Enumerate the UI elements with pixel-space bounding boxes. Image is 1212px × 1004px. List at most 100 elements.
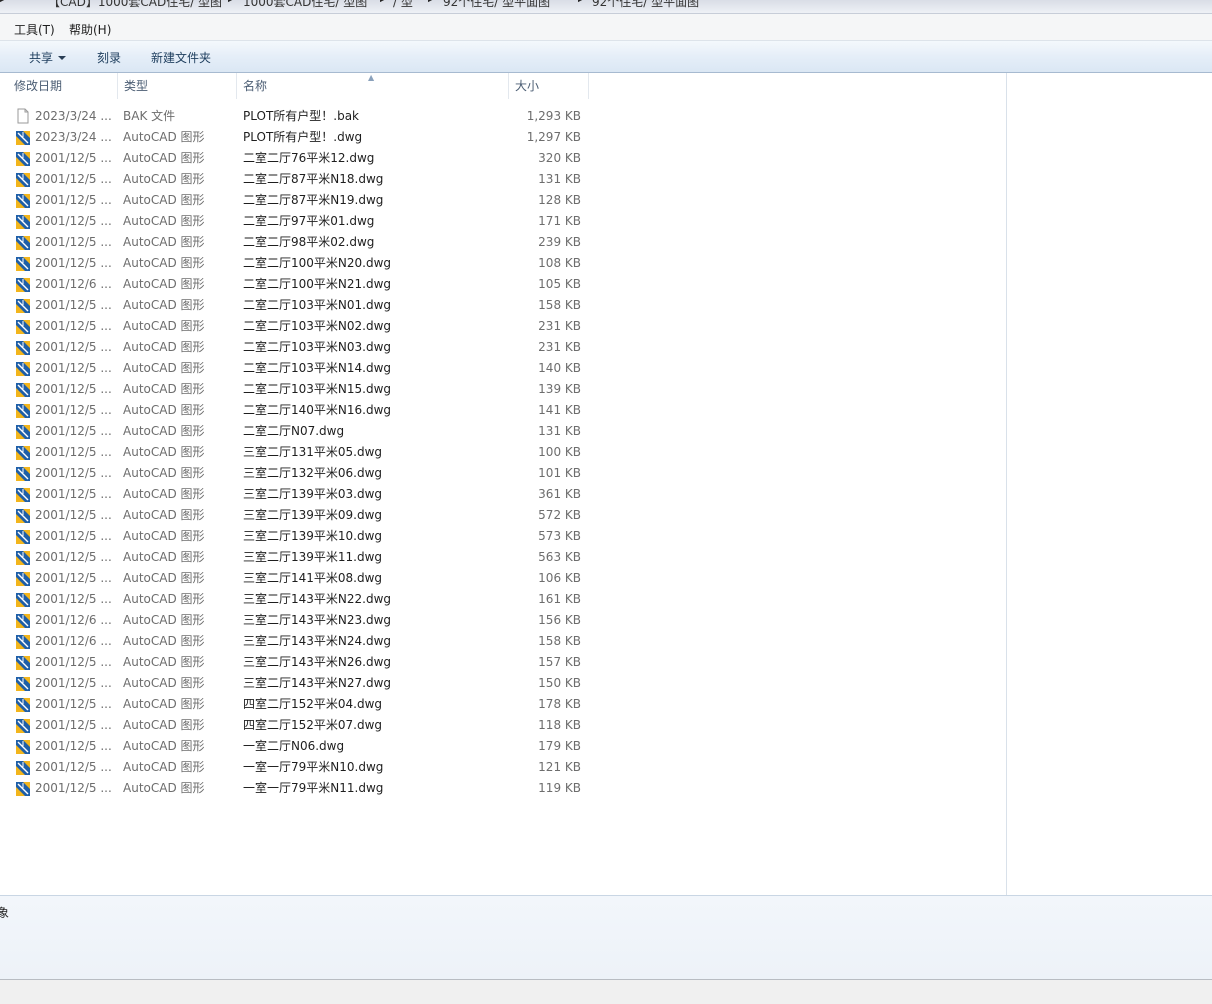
breadcrumb-item[interactable]: 【CAD】1000套CAD住宅/ 型图 (48, 0, 222, 10)
file-row[interactable]: 2001/12/6 ... AutoCAD 图形 三室二厅143平米N24.dwg 1… (14, 631, 586, 652)
breadcrumb-item[interactable]: 1000套CAD住宅/ 型图 (243, 0, 367, 10)
file-name: 二室二厅103平米N02.dwg (243, 319, 392, 333)
dwg-file-icon (15, 403, 31, 419)
file-date: 2001/12/5 ... (35, 214, 112, 228)
file-row[interactable]: 2001/12/5 ... AutoCAD 图形 三室二厅131平米05.dwg 10… (14, 442, 586, 463)
file-row[interactable]: 2001/12/5 ... AutoCAD 图形 二室二厅140平米N16.dwg 1… (14, 400, 586, 421)
breadcrumb-item[interactable]: 92个住宅/ 型平面图 (443, 0, 550, 10)
file-name: 三室二厅139平米03.dwg (243, 487, 383, 501)
file-row[interactable]: 2023/3/24 ... BAK 文件 PLOT所有户型！.bak 1,293 KB (14, 106, 586, 127)
column-header-date[interactable]: 修改日期 (8, 73, 118, 99)
file-row[interactable]: 2001/12/6 ... AutoCAD 图形 三室二厅143平米N23.dwg 1… (14, 610, 586, 631)
file-name: 三室二厅131平米05.dwg (243, 445, 383, 459)
file-row[interactable]: 2001/12/5 ... AutoCAD 图形 一室一厅79平米N10.dwg 12… (14, 757, 586, 778)
file-row[interactable]: 2001/12/6 ... AutoCAD 图形 二室二厅100平米N21.dwg 1… (14, 274, 586, 295)
breadcrumb-item[interactable]: 92个住宅/ 型平面图 (592, 0, 699, 10)
bottom-bar (0, 979, 1212, 1004)
menu-help[interactable]: 帮助(H) (69, 21, 111, 38)
file-name: 三室二厅143平米N26.dwg (243, 655, 392, 669)
file-row[interactable]: 2001/12/5 ... AutoCAD 图形 二室二厅103平米N15.dwg 1… (14, 379, 586, 400)
file-name: 三室二厅139平米09.dwg (243, 508, 383, 522)
share-button[interactable]: 共享 (29, 49, 67, 66)
file-type: AutoCAD 图形 (123, 676, 205, 690)
dwg-file-icon (15, 214, 31, 230)
file-type: BAK 文件 (123, 109, 176, 123)
file-name: 一室二厅N06.dwg (243, 739, 345, 753)
file-row[interactable]: 2001/12/5 ... AutoCAD 图形 二室二厅N07.dwg 131 KB (14, 421, 586, 442)
new-folder-button[interactable]: 新建文件夹 (151, 49, 211, 66)
file-row[interactable]: 2001/12/5 ... AutoCAD 图形 二室二厅103平米N01.dwg 1… (14, 295, 586, 316)
column-header-row: 修改日期 类型 名称 大小 ▲ (0, 73, 1006, 99)
address-breadcrumb[interactable]: ▶ 【CAD】1000套CAD住宅/ 型图 ▶ 1000套CAD住宅/ 型图 ▶… (0, 0, 1212, 14)
file-row[interactable]: 2001/12/5 ... AutoCAD 图形 三室二厅139平米11.dwg 56… (14, 547, 586, 568)
file-name: 二室二厅103平米N03.dwg (243, 340, 392, 354)
file-name: 三室二厅132平米06.dwg (243, 466, 383, 480)
dwg-file-icon (15, 655, 31, 671)
file-type: AutoCAD 图形 (123, 319, 205, 333)
file-name: 二室二厅98平米02.dwg (243, 235, 375, 249)
file-row[interactable]: 2001/12/5 ... AutoCAD 图形 三室二厅139平米03.dwg 36… (14, 484, 586, 505)
file-date: 2001/12/5 ... (35, 193, 112, 207)
file-list[interactable]: 修改日期 类型 名称 大小 ▲ 2023/3/24 ... BAK 文件 PLOT所… (0, 73, 1006, 895)
file-date: 2001/12/5 ... (35, 235, 112, 249)
file-row[interactable]: 2001/12/5 ... AutoCAD 图形 三室二厅143平米N27.dwg 1… (14, 673, 586, 694)
file-row[interactable]: 2001/12/5 ... AutoCAD 图形 四室二厅152平米07.dwg 11… (14, 715, 586, 736)
burn-button[interactable]: 刻录 (97, 49, 121, 66)
file-size: 157 KB (538, 655, 581, 669)
file-name: 三室二厅143平米N23.dwg (243, 613, 392, 627)
file-date: 2001/12/5 ... (35, 340, 112, 354)
file-row[interactable]: 2001/12/5 ... AutoCAD 图形 四室二厅152平米04.dwg 17… (14, 694, 586, 715)
file-row[interactable]: 2001/12/5 ... AutoCAD 图形 三室二厅132平米06.dwg 10… (14, 463, 586, 484)
file-size: 156 KB (538, 613, 581, 627)
file-row[interactable]: 2001/12/5 ... AutoCAD 图形 二室二厅103平米N02.dwg 2… (14, 316, 586, 337)
file-row[interactable]: 2001/12/5 ... AutoCAD 图形 二室二厅103平米N14.dwg 1… (14, 358, 586, 379)
file-type: AutoCAD 图形 (123, 508, 205, 522)
file-row[interactable]: 2001/12/5 ... AutoCAD 图形 一室一厅79平米N11.dwg 11… (14, 778, 586, 799)
file-type: AutoCAD 图形 (123, 613, 205, 627)
dwg-file-icon (15, 172, 31, 188)
file-date: 2001/12/5 ... (35, 151, 112, 165)
file-row[interactable]: 2001/12/5 ... AutoCAD 图形 二室二厅100平米N20.dwg 1… (14, 253, 586, 274)
column-header-size[interactable]: 大小 (509, 73, 589, 99)
file-row[interactable]: 2001/12/5 ... AutoCAD 图形 二室二厅87平米N18.dwg 13… (14, 169, 586, 190)
file-row[interactable]: 2001/12/5 ... AutoCAD 图形 三室二厅141平米08.dwg 10… (14, 568, 586, 589)
file-row[interactable]: 2001/12/5 ... AutoCAD 图形 一室二厅N06.dwg 179 KB (14, 736, 586, 757)
file-name: 二室二厅100平米N21.dwg (243, 277, 392, 291)
file-size: 573 KB (538, 529, 581, 543)
file-row[interactable]: 2001/12/5 ... AutoCAD 图形 二室二厅87平米N19.dwg 12… (14, 190, 586, 211)
breadcrumb-item[interactable]: / 型 (393, 0, 413, 10)
file-type: AutoCAD 图形 (123, 781, 205, 795)
file-name: 二室二厅N07.dwg (243, 424, 345, 438)
file-date: 2023/3/24 ... (35, 109, 112, 123)
file-row[interactable]: 2001/12/5 ... AutoCAD 图形 三室二厅139平米10.dwg 57… (14, 526, 586, 547)
file-row[interactable]: 2001/12/5 ... AutoCAD 图形 三室二厅143平米N22.dwg 1… (14, 589, 586, 610)
file-row[interactable]: 2001/12/5 ... AutoCAD 图形 二室二厅97平米01.dwg 171… (14, 211, 586, 232)
file-date: 2001/12/6 ... (35, 634, 112, 648)
file-size: 105 KB (538, 277, 581, 291)
file-row[interactable]: 2001/12/5 ... AutoCAD 图形 二室二厅103平米N03.dwg 2… (14, 337, 586, 358)
menu-tools[interactable]: 工具(T) (14, 21, 55, 38)
file-date: 2001/12/5 ... (35, 382, 112, 396)
dwg-file-icon (15, 550, 31, 566)
file-type: AutoCAD 图形 (123, 487, 205, 501)
file-date: 2001/12/5 ... (35, 466, 112, 480)
file-type: AutoCAD 图形 (123, 697, 205, 711)
file-row[interactable]: 2001/12/5 ... AutoCAD 图形 三室二厅139平米09.dwg 57… (14, 505, 586, 526)
file-type: AutoCAD 图形 (123, 550, 205, 564)
column-header-type[interactable]: 类型 (118, 73, 237, 99)
file-row[interactable]: 2001/12/5 ... AutoCAD 图形 二室二厅98平米02.dwg 239… (14, 232, 586, 253)
file-row[interactable]: 2001/12/5 ... AutoCAD 图形 三室二厅143平米N26.dwg 1… (14, 652, 586, 673)
sort-ascending-icon: ▲ (368, 73, 375, 82)
file-date: 2001/12/6 ... (35, 613, 112, 627)
file-type: AutoCAD 图形 (123, 172, 205, 186)
file-size: 1,293 KB (526, 109, 581, 123)
dwg-file-icon (15, 760, 31, 776)
file-size: 178 KB (538, 697, 581, 711)
file-name: 二室二厅76平米12.dwg (243, 151, 375, 165)
file-name: 三室二厅143平米N22.dwg (243, 592, 392, 606)
dwg-file-icon (15, 382, 31, 398)
file-row[interactable]: 2001/12/5 ... AutoCAD 图形 二室二厅76平米12.dwg 320… (14, 148, 586, 169)
file-row[interactable]: 2023/3/24 ... AutoCAD 图形 PLOT所有户型！.dwg 1,29… (14, 127, 586, 148)
file-size: 106 KB (538, 571, 581, 585)
file-date: 2001/12/5 ... (35, 256, 112, 270)
